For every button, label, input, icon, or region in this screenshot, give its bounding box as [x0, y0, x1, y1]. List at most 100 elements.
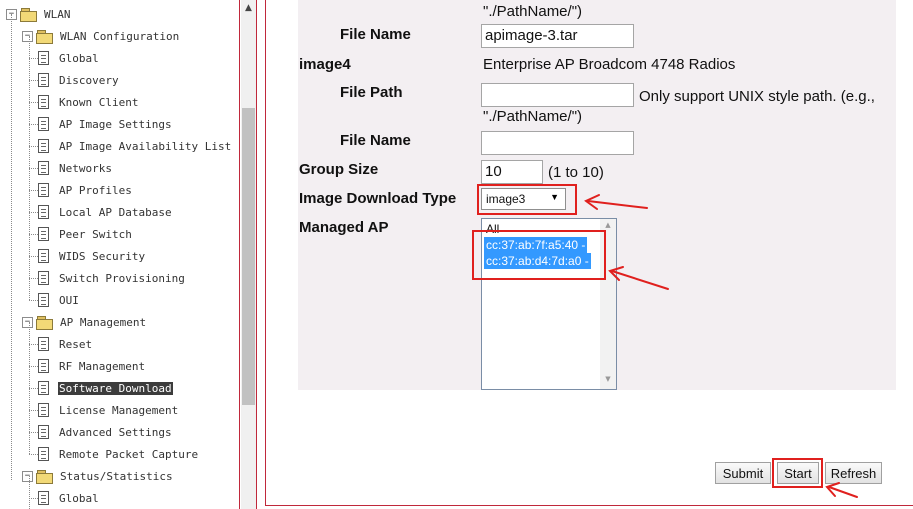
tree-item[interactable]: Peer Switch — [38, 223, 133, 245]
file-path-hint: Only support UNIX style path. (e.g., — [639, 88, 875, 105]
file-path-hint: "./PathName/") — [483, 108, 583, 125]
tree-item[interactable]: RF Management — [38, 355, 146, 377]
file-path-input[interactable] — [481, 83, 634, 107]
tree-connector — [29, 190, 38, 191]
tree-item[interactable]: Switch Provisioning — [38, 267, 186, 289]
file-name-input[interactable]: apimage-3.tar — [481, 24, 634, 48]
tree-item-label: Local AP Database — [59, 205, 172, 219]
tree-item[interactable]: OUI — [38, 289, 80, 311]
tree-scrollbar[interactable]: ▲ — [241, 0, 256, 509]
submit-button[interactable]: Submit — [715, 462, 771, 484]
tree-item[interactable]: Global — [38, 47, 100, 69]
content-border — [265, 505, 913, 506]
page-icon — [38, 359, 49, 373]
tree-item[interactable]: Reset — [38, 333, 93, 355]
tree-connector — [29, 366, 38, 367]
scroll-down-icon[interactable]: ▼ — [600, 375, 616, 383]
tree-connector — [29, 102, 38, 103]
highlight-box — [477, 184, 577, 215]
tree-connector — [29, 256, 38, 257]
file-name-input[interactable] — [481, 131, 634, 155]
tree-item-label: OUI — [59, 293, 79, 307]
tree-item-label: Software Download — [58, 381, 173, 395]
scroll-up-icon[interactable]: ▲ — [241, 0, 256, 16]
tree-item[interactable]: Discovery — [38, 69, 120, 91]
tree-item-label: RF Management — [59, 359, 146, 373]
page-icon — [38, 337, 49, 351]
tree-item-label: Global — [59, 51, 99, 65]
tree-connector — [29, 278, 38, 279]
scrollbar-thumb[interactable] — [242, 108, 255, 405]
tree-item-label: WLAN — [44, 7, 71, 21]
page-icon — [38, 447, 49, 461]
file-name-label: File Name — [340, 132, 411, 149]
tree-item-label: Remote Packet Capture — [59, 447, 199, 461]
tree-connector — [29, 124, 38, 125]
page-icon — [38, 271, 49, 285]
tree-item[interactable]: − Status/Statistics — [22, 465, 174, 487]
page-icon — [38, 205, 49, 219]
page-icon — [38, 95, 49, 109]
folder-icon — [36, 315, 53, 330]
group-size-input[interactable]: 10 — [481, 160, 543, 184]
tree-item-label: WLAN Configuration — [60, 29, 180, 43]
collapse-toggle-icon[interactable]: − — [22, 316, 33, 328]
group-size-label: Group Size — [299, 161, 379, 178]
image-download-type-label: Image Download Type — [299, 190, 457, 207]
tree-item[interactable]: WIDS Security — [38, 245, 146, 267]
tree-item[interactable]: AP Profiles — [38, 179, 133, 201]
tree-item-label: Discovery — [59, 73, 119, 87]
scroll-up-icon[interactable]: ▲ — [600, 221, 616, 229]
tree-connector — [29, 454, 38, 455]
navigation-tree: − WLAN − WLAN Configuration Global Discovery K… — [0, 0, 240, 509]
page-icon — [38, 51, 49, 65]
page-icon — [38, 139, 49, 153]
tree-item[interactable]: Software Download — [38, 377, 173, 399]
tree-item[interactable]: AP Image Availability List — [38, 135, 232, 157]
collapse-toggle-icon[interactable]: − — [22, 30, 33, 42]
page-icon — [38, 161, 49, 175]
tree-item[interactable]: License Management — [38, 399, 179, 421]
file-name-label: File Name — [340, 26, 411, 43]
page-icon — [38, 381, 49, 395]
file-path-label: File Path — [340, 84, 403, 101]
tree-item[interactable]: Local AP Database — [38, 201, 173, 223]
tree-item-label: Networks — [59, 161, 112, 175]
tree-connector — [29, 58, 38, 59]
tree-connector — [11, 14, 12, 480]
path-hint: "./PathName/") — [483, 3, 583, 20]
tree-item[interactable]: Known Client — [38, 91, 139, 113]
refresh-button[interactable]: Refresh — [825, 462, 882, 484]
tree-item-label: AP Image Availability List — [59, 139, 232, 153]
tree-item-label: WIDS Security — [59, 249, 146, 263]
folder-icon — [20, 7, 37, 22]
tree-item-label: Peer Switch — [59, 227, 132, 241]
tree-connector — [29, 476, 30, 509]
tree-item-label: AP Image Settings — [59, 117, 172, 131]
folder-icon — [36, 29, 53, 44]
tree-item[interactable]: Remote Packet Capture — [38, 443, 199, 465]
tree-connector — [29, 80, 38, 81]
tree-item[interactable]: Advanced Settings — [38, 421, 173, 443]
tree-item[interactable]: − WLAN Configuration — [22, 25, 180, 47]
tree-item[interactable]: − WLAN — [6, 3, 72, 25]
tree-item[interactable]: AP Image Settings — [38, 113, 173, 135]
page-icon — [38, 249, 49, 263]
tree-item-label: AP Profiles — [59, 183, 132, 197]
collapse-toggle-icon[interactable]: − — [22, 470, 33, 482]
tree-item-label: Advanced Settings — [59, 425, 172, 439]
folder-icon — [36, 469, 53, 484]
page-icon — [38, 183, 49, 197]
frame-divider — [256, 0, 257, 509]
tree-connector — [29, 432, 38, 433]
tree-connector — [29, 344, 38, 345]
tree-connector — [29, 498, 38, 499]
page-icon — [38, 117, 49, 131]
tree-item[interactable]: − AP Management — [22, 311, 147, 333]
tree-item[interactable]: Global — [38, 487, 100, 509]
tree-connector — [29, 388, 38, 389]
page-icon — [38, 491, 49, 505]
tree-item[interactable]: Networks — [38, 157, 113, 179]
tree-item-label: License Management — [59, 403, 179, 417]
tree-connector — [29, 234, 38, 235]
